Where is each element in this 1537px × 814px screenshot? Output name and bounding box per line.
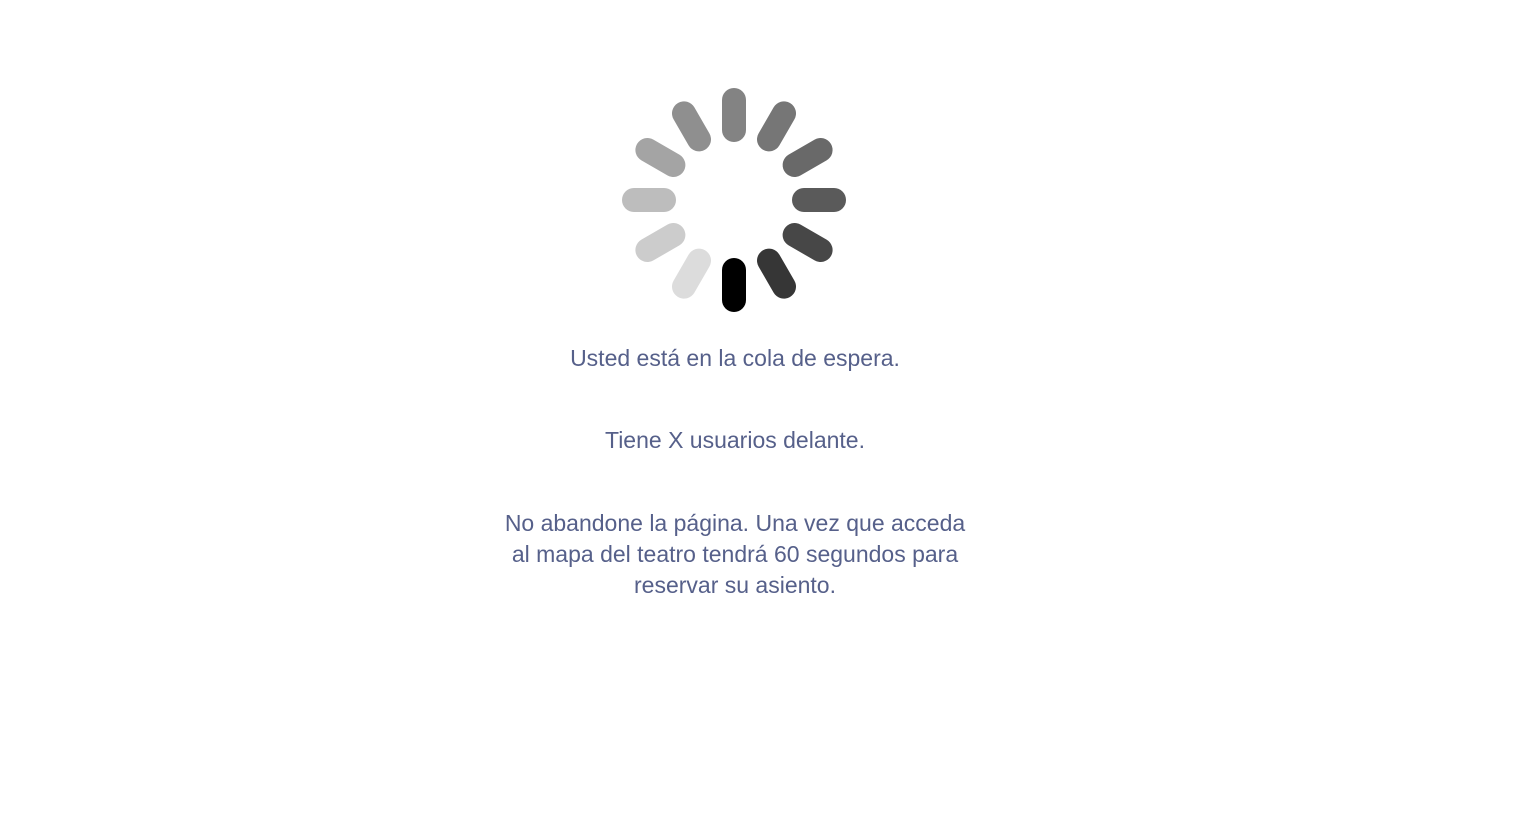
users-ahead-text: Tiene X usuarios delante. [605,427,865,453]
loading-spinner-icon [622,88,846,312]
spinner-bar [757,248,796,299]
loading-spinner [618,84,850,316]
spinner-bar [782,138,833,177]
spinner-bar [635,138,686,177]
spinner-bar [782,223,833,262]
queue-status-text: Usted está en la cola de espera. [570,345,900,371]
spinner-bar [672,101,711,152]
spinner-bar [757,101,796,152]
spinner-bar [672,248,711,299]
spinner-bar [635,223,686,262]
reservation-warning-text: No abandone la página. Una vez que acced… [504,510,966,598]
